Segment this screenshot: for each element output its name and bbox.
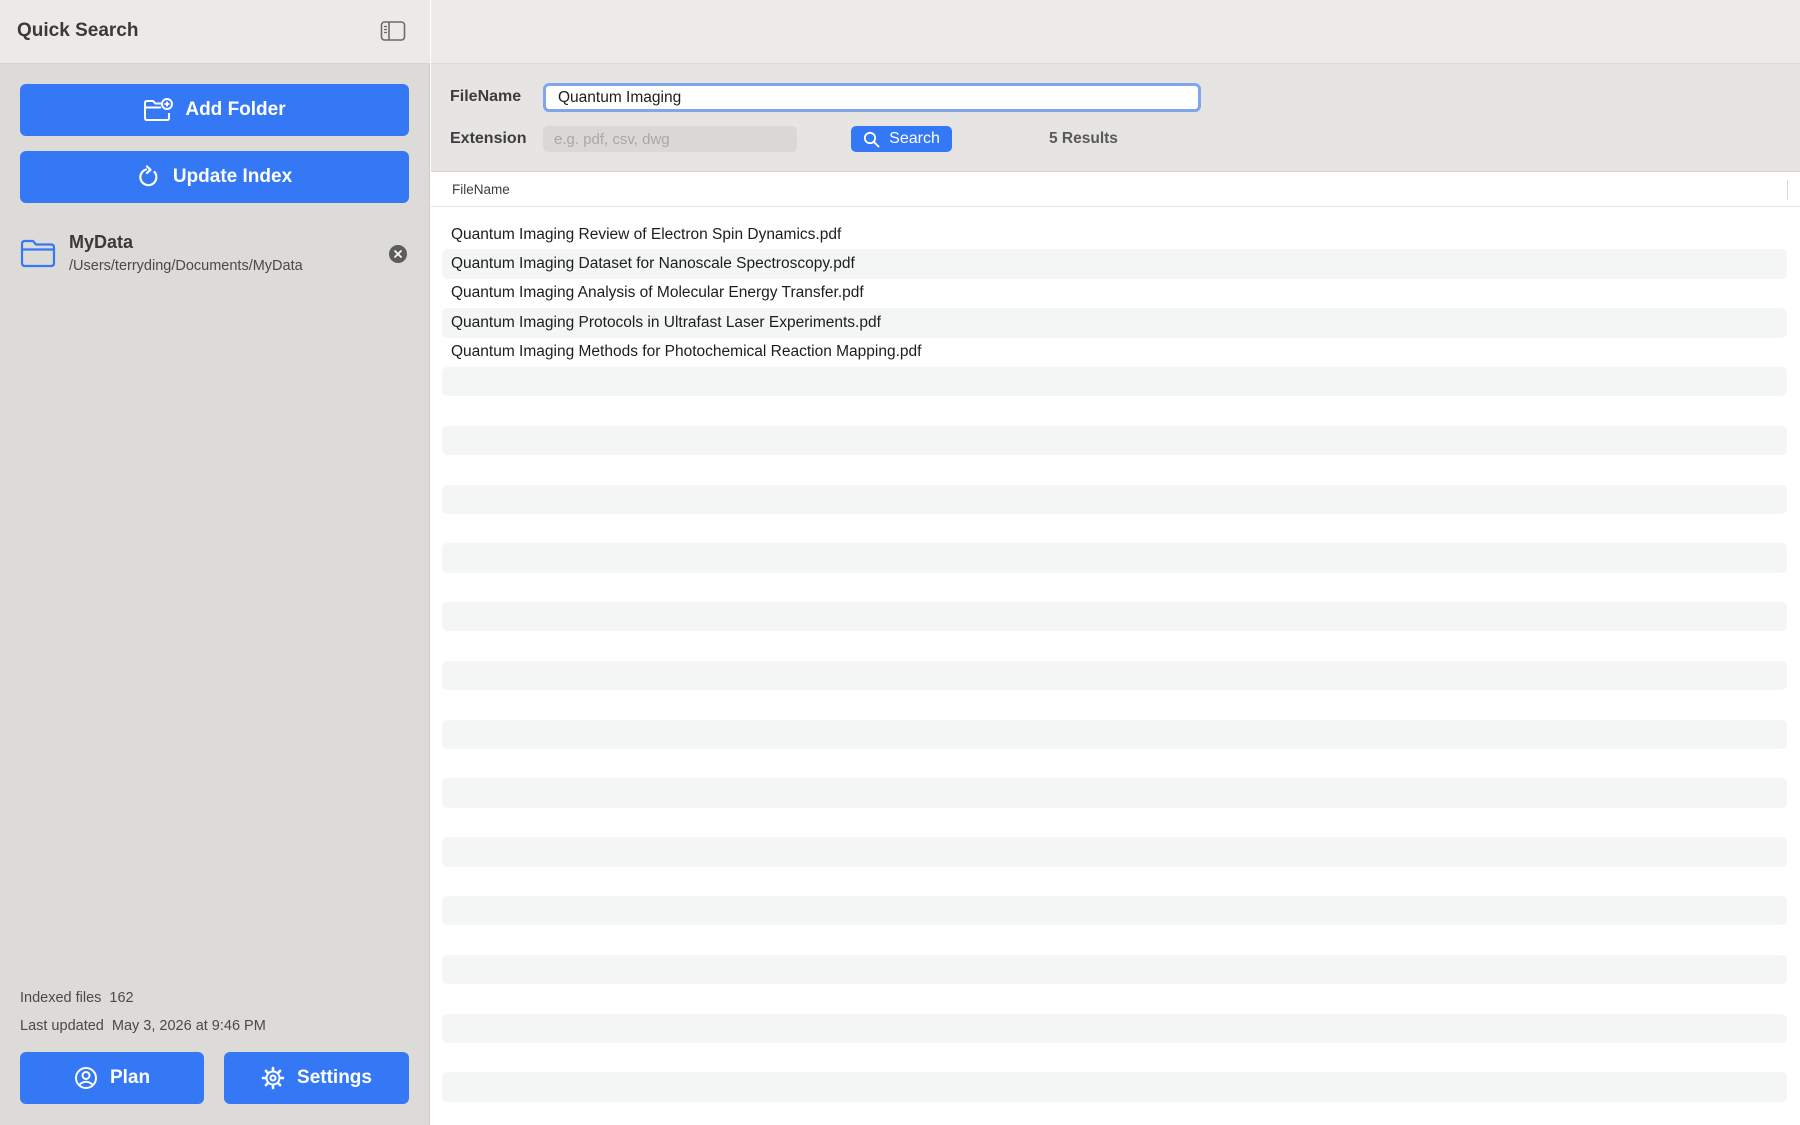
empty-row	[442, 1013, 1787, 1043]
table-row[interactable]: Quantum Imaging Protocols in Ultrafast L…	[442, 308, 1787, 338]
sidebar: Quick Search Add Folder Update Index MyD…	[0, 0, 430, 1125]
refresh-icon	[139, 165, 158, 187]
table-row[interactable]: Quantum Imaging Analysis of Molecular En…	[442, 279, 1787, 308]
empty-row	[442, 514, 1787, 543]
settings-label: Settings	[297, 1067, 372, 1088]
folder-name: MyData	[69, 232, 134, 252]
empty-row	[442, 954, 1787, 985]
empty-row	[442, 366, 1787, 397]
empty-row	[442, 1072, 1787, 1102]
indexed-files-label: Indexed files	[20, 990, 102, 1006]
empty-row	[442, 837, 1787, 867]
xmark-circle-icon[interactable]	[388, 244, 408, 264]
search-panel: FileName Extension Search 5 Results	[431, 64, 1800, 172]
empty-row	[442, 895, 1787, 926]
sidebar-header: Quick Search	[0, 0, 430, 64]
empty-row	[442, 602, 1787, 632]
update-index-label: Update Index	[172, 166, 293, 187]
last-updated-stat: Last updated May 3, 2026 at 9:46 PM	[20, 1018, 266, 1034]
empty-row	[442, 925, 1787, 954]
table-row[interactable]: Quantum Imaging Methods for Photochemica…	[442, 338, 1787, 367]
empty-row	[442, 425, 1787, 456]
empty-row	[442, 867, 1787, 896]
empty-row	[442, 1102, 1787, 1125]
column-divider[interactable]	[1787, 180, 1788, 200]
folder-icon	[20, 239, 56, 268]
empty-row	[442, 396, 1787, 425]
extension-input[interactable]	[543, 126, 797, 152]
indexed-files-value: 162	[109, 990, 134, 1006]
empty-row	[442, 455, 1787, 484]
empty-row	[442, 484, 1787, 514]
app-title: Quick Search	[17, 20, 139, 41]
person-circle-icon	[74, 1067, 97, 1089]
column-header-filename[interactable]: FileName	[452, 182, 510, 197]
main-content: FileName Extension Search 5 Results File…	[431, 0, 1800, 1125]
folder-path: /Users/terryding/Documents/MyData	[69, 258, 303, 274]
extension-label: Extension	[450, 130, 527, 147]
empty-row	[442, 719, 1787, 750]
magnifyingglass-icon	[864, 131, 880, 147]
settings-button[interactable]: Settings	[224, 1052, 409, 1104]
folder-item[interactable]: MyData /Users/terryding/Documents/MyData	[20, 228, 412, 280]
result-count: 5 Results	[1049, 130, 1118, 147]
empty-row	[442, 543, 1787, 573]
indexed-files-stat: Indexed files 162	[20, 990, 134, 1006]
empty-row	[442, 631, 1787, 660]
update-index-button[interactable]: Update Index	[20, 151, 409, 203]
table-row[interactable]: Quantum Imaging Review of Electron Spin …	[442, 220, 1787, 249]
add-folder-label: Add Folder	[185, 99, 286, 120]
empty-row	[442, 1043, 1787, 1072]
table-header: FileName	[431, 173, 1800, 207]
last-updated-label: Last updated	[20, 1018, 104, 1034]
add-folder-button[interactable]: Add Folder	[20, 84, 409, 136]
empty-row	[442, 573, 1787, 602]
empty-row	[442, 984, 1787, 1013]
empty-row	[442, 808, 1787, 837]
empty-row	[442, 749, 1787, 778]
folder-badge-plus-icon	[144, 98, 174, 121]
empty-row	[442, 778, 1787, 808]
search-button[interactable]: Search	[851, 126, 952, 152]
plan-label: Plan	[109, 1067, 151, 1088]
table-row[interactable]: Quantum Imaging Dataset for Nanoscale Sp…	[442, 249, 1787, 279]
results-list: Quantum Imaging Review of Electron Spin …	[442, 220, 1787, 1125]
gear-icon	[261, 1066, 285, 1090]
sidebar-toggle-icon[interactable]	[380, 20, 406, 42]
plan-button[interactable]: Plan	[20, 1052, 204, 1104]
main-toolbar	[431, 0, 1800, 64]
filename-input[interactable]	[543, 83, 1201, 112]
empty-row	[442, 690, 1787, 719]
search-button-label: Search	[889, 130, 940, 147]
last-updated-value: May 3, 2026 at 9:46 PM	[111, 1018, 266, 1034]
empty-row	[442, 660, 1787, 691]
filename-label: FileName	[450, 88, 522, 105]
